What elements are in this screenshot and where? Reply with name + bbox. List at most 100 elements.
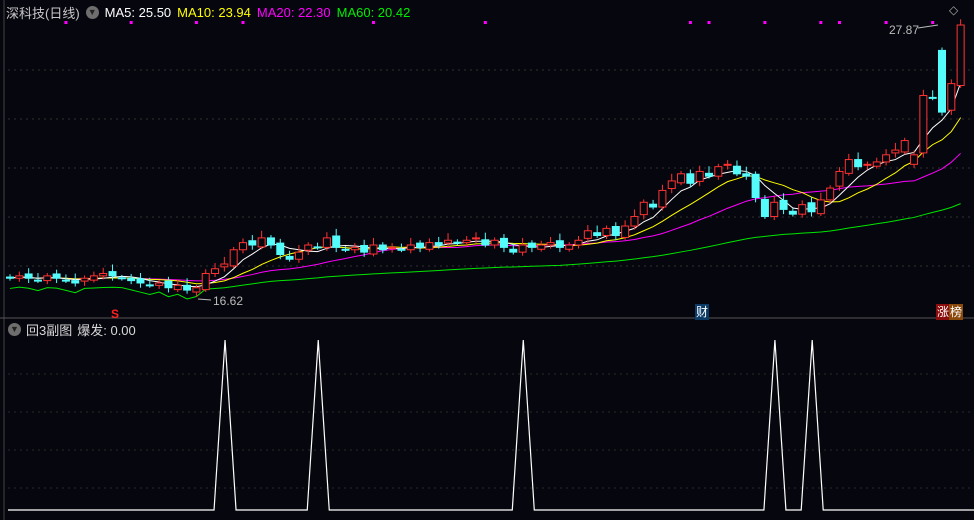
- candle-down: [183, 284, 192, 291]
- candle-down: [71, 280, 80, 284]
- candle-up: [322, 237, 331, 248]
- candle-up: [89, 275, 98, 281]
- stock-title: 深科技(日线): [6, 6, 80, 21]
- signal-dot: [707, 21, 711, 24]
- candle-up: [639, 201, 648, 216]
- high-price-label: 27.87: [889, 23, 920, 37]
- chevron-down-icon[interactable]: ▼: [85, 6, 99, 19]
- candle-up: [239, 242, 247, 251]
- candle-up: [677, 173, 686, 184]
- kline-chart[interactable]: [0, 0, 974, 520]
- candle-up: [304, 244, 313, 251]
- signal-dot: [688, 21, 692, 24]
- candle-down: [33, 279, 42, 282]
- diamond-icon[interactable]: ◇: [948, 2, 959, 18]
- candle-up: [192, 287, 201, 293]
- candle-down: [649, 203, 658, 208]
- candle-down: [6, 276, 14, 279]
- candle-up: [956, 24, 965, 87]
- signal-dot: [763, 21, 767, 24]
- candle-up: [565, 244, 574, 250]
- candle-up: [546, 242, 555, 246]
- candle-down: [788, 210, 797, 215]
- candle-up: [257, 237, 266, 248]
- candle-up: [15, 275, 24, 279]
- signal-dot: [483, 21, 487, 24]
- candle-up: [872, 161, 881, 167]
- candle-down: [136, 278, 145, 284]
- chevron-down-icon[interactable]: ▼: [8, 323, 21, 336]
- candle-down: [313, 246, 322, 249]
- candle-down: [555, 240, 564, 248]
- candle-up: [835, 170, 844, 187]
- candle-up: [583, 230, 592, 239]
- candle-down: [276, 242, 285, 256]
- candle-up: [658, 189, 667, 208]
- candle-up: [863, 163, 872, 166]
- candle-down: [117, 277, 126, 280]
- candle-up: [621, 225, 630, 238]
- candle-up: [798, 204, 807, 215]
- candle-up: [882, 154, 891, 163]
- candle-up: [220, 263, 229, 268]
- candle-down: [938, 49, 946, 113]
- indicator-value: 爆发: 0.00: [77, 323, 136, 338]
- candle-up: [919, 94, 928, 154]
- candle-up: [490, 239, 499, 246]
- candle-up: [388, 246, 397, 249]
- candle-down: [928, 96, 937, 99]
- candle-up: [602, 227, 611, 237]
- candle-up: [462, 239, 471, 244]
- candle-up: [816, 199, 825, 215]
- candle-up: [826, 187, 835, 201]
- candle-up: [537, 244, 546, 250]
- candle-down: [751, 173, 760, 199]
- candle-up: [472, 237, 480, 240]
- candle-down: [686, 173, 695, 184]
- candle-up: [947, 83, 956, 111]
- candle-down: [266, 237, 275, 246]
- candle-down: [453, 241, 462, 244]
- candle-up: [900, 140, 909, 153]
- candle-down: [378, 244, 387, 251]
- candle-up: [695, 170, 704, 182]
- signal-dot: [819, 21, 823, 24]
- ma5-label: MA5: 25.50: [104, 5, 172, 20]
- candle-down: [24, 273, 33, 279]
- candle-up: [43, 275, 52, 282]
- finance-marker[interactable]: 财: [695, 304, 710, 320]
- candle-down: [397, 248, 406, 251]
- candle-down: [742, 173, 751, 177]
- candle-up: [155, 282, 164, 286]
- candle-down: [248, 240, 257, 246]
- candle-down: [854, 159, 863, 168]
- candle-down: [779, 199, 788, 210]
- burst-indicator-line: [8, 339, 974, 511]
- candle-down: [527, 242, 536, 248]
- candle-down: [332, 235, 341, 248]
- limit-up-marker-zhang[interactable]: 涨: [936, 304, 951, 320]
- subchart-header: ▼ 回3副图 爆发: 0.00: [8, 320, 136, 339]
- ma10-label: MA10: 23.94: [177, 5, 251, 20]
- candle-down: [509, 248, 518, 253]
- candle-up: [406, 244, 415, 251]
- candle-up: [891, 149, 900, 154]
- subchart-title: 回3副图: [26, 323, 73, 338]
- candle-down: [593, 232, 602, 237]
- candle-down: [611, 225, 620, 237]
- candle-down: [499, 237, 508, 248]
- candle-up: [294, 251, 303, 260]
- candle-down: [434, 242, 443, 246]
- candle-up: [518, 244, 527, 253]
- candle-down: [705, 172, 713, 177]
- candle-up: [99, 272, 108, 277]
- ma60-label: MA60: 20.42: [336, 5, 411, 20]
- candle-down: [416, 242, 425, 248]
- candle-down: [341, 248, 350, 251]
- candle-up: [350, 246, 359, 251]
- candle-up: [667, 180, 676, 190]
- candle-down: [61, 279, 70, 282]
- candle-down: [360, 244, 369, 253]
- limit-up-marker-bang[interactable]: 榜: [949, 304, 964, 320]
- candle-up: [444, 239, 453, 244]
